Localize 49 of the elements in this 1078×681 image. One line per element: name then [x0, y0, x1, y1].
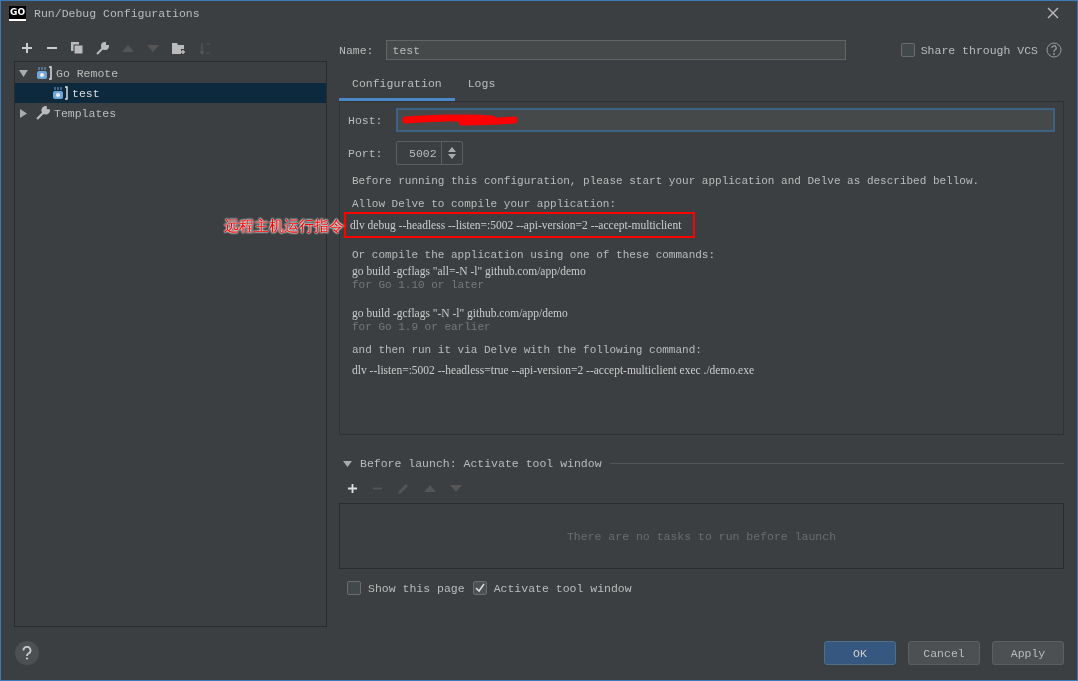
checkbox-label: Share through VCS: [920, 43, 1038, 57]
section-title: Before launch: Activate tool window: [360, 457, 602, 470]
checkbox[interactable]: [347, 581, 361, 595]
checkbox-label: Activate tool window: [493, 581, 632, 595]
copy-icon[interactable]: [71, 42, 83, 54]
command-text: dlv debug --headless --listen=:5002 --api-version=2 --accept-multiclient: [346, 214, 694, 236]
command-text: dlv --listen=:5002 --headless=true --api-version=2 --accept-multiclient exec ./demo.exe: [352, 364, 754, 376]
annotation-label: 远程主机运行指令: [224, 217, 344, 236]
tree-item[interactable]: test: [15, 83, 326, 103]
tree-item-label: Templates: [54, 106, 117, 120]
name-label: Name:: [339, 43, 374, 57]
tree-item-label: test: [72, 86, 100, 100]
port-label: Port:: [348, 146, 384, 160]
description-text: Allow Delve to compile your application:: [352, 198, 617, 210]
close-icon[interactable]: [1047, 7, 1059, 19]
help-icon[interactable]: [15, 641, 39, 665]
remote-gopher-icon: [36, 66, 52, 80]
remote-gopher-icon: [52, 86, 68, 100]
host-field[interactable]: [396, 108, 1055, 132]
checkbox-label: Show this page: [368, 581, 465, 595]
description-text: Or compile the application using one of these commands:: [352, 249, 716, 261]
expanded-arrow-icon[interactable]: [343, 460, 352, 467]
wrench-icon: [36, 106, 50, 120]
tree-item-label: Go Remote: [56, 66, 119, 80]
app-logo-icon: GO: [9, 5, 27, 21]
description-text: and then run it via Delve with the following command:: [352, 344, 702, 356]
dialog-button[interactable]: Apply: [992, 641, 1064, 665]
tree-item[interactable]: Templates: [15, 103, 326, 123]
name-field[interactable]: test: [385, 40, 846, 60]
help-icon[interactable]: [1046, 42, 1062, 58]
dialog-button[interactable]: OK: [824, 641, 896, 665]
new-folder-icon[interactable]: [172, 42, 186, 54]
wrench-icon[interactable]: [96, 41, 109, 55]
description-text: Before running this configuration, please start your application and Delve as described bellow.: [352, 175, 980, 187]
command-text: go build -gcflags "all=-N -l" github.com/app/demo: [352, 265, 586, 277]
tab[interactable]: Configuration: [339, 72, 455, 101]
tree-item[interactable]: Go Remote: [15, 63, 326, 83]
checkbox[interactable]: [472, 581, 487, 595]
tab[interactable]: Logs: [454, 72, 509, 101]
collapsed-arrow-icon[interactable]: [19, 108, 28, 118]
dialog-button[interactable]: Cancel: [908, 641, 980, 665]
port-spinner[interactable]: 5002: [396, 141, 463, 165]
host-label: Host:: [348, 113, 384, 127]
expanded-arrow-icon[interactable]: [19, 68, 28, 78]
command-text: go build -gcflags "-N -l" github.com/app/demo: [352, 307, 568, 319]
window-title: Run/Debug Configurations: [34, 6, 201, 20]
add-icon[interactable]: [21, 42, 33, 54]
add-icon[interactable]: [347, 483, 358, 494]
checkbox[interactable]: [900, 43, 915, 57]
